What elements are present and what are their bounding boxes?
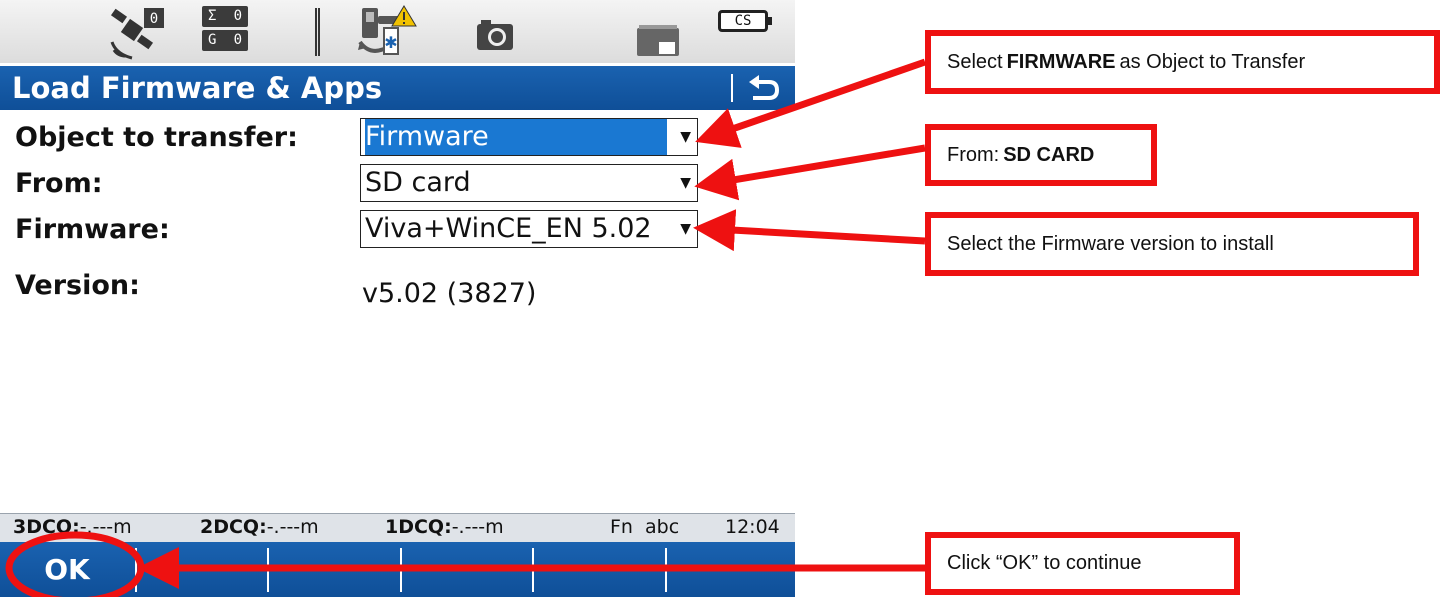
- sd-card-icon[interactable]: [635, 24, 681, 58]
- g-value: 0: [233, 32, 242, 48]
- status-bar: 0 Σ0 G0 ✱ CS: [0, 0, 795, 63]
- callout2-bold: SD CARD: [1003, 143, 1095, 166]
- firmware-select[interactable]: Viva+WinCE_EN 5.02 ▼: [360, 210, 698, 248]
- title-bar: Load Firmware & Apps: [0, 66, 795, 110]
- page-title: Load Firmware & Apps: [12, 71, 383, 105]
- q1-value: -.---m: [451, 516, 504, 538]
- callout1-pre: Select: [947, 50, 1003, 73]
- rover-bluetooth-warning-icon[interactable]: ✱: [356, 4, 418, 60]
- q3-value: -.---m: [79, 516, 132, 538]
- dropdown-arrow-icon: ▼: [680, 129, 691, 145]
- sigma-value: 0: [233, 8, 242, 24]
- back-arrow-icon[interactable]: [745, 74, 781, 104]
- softkey-3[interactable]: [269, 542, 399, 597]
- g-label: G: [208, 32, 217, 48]
- object-to-transfer-select[interactable]: Firmware ▼: [360, 118, 698, 156]
- object-to-transfer-label: Object to transfer:: [15, 122, 298, 153]
- callout-ok: Click “OK” to continue: [925, 532, 1240, 595]
- softkey-6[interactable]: [667, 542, 795, 597]
- status-divider: [315, 8, 317, 56]
- q2-value: -.---m: [266, 516, 319, 538]
- callout1-bold: FIRMWARE: [1006, 50, 1116, 73]
- version-value: v5.02 (3827): [362, 278, 537, 309]
- callout-from: From: SD CARD: [925, 124, 1157, 186]
- version-label: Version:: [15, 270, 140, 301]
- softkey-4[interactable]: [402, 542, 532, 597]
- firmware-value: Viva+WinCE_EN 5.02: [365, 213, 652, 244]
- q3-label: 3DCQ:: [13, 516, 80, 538]
- softkey-2[interactable]: [137, 542, 267, 597]
- ok-button[interactable]: OK: [0, 542, 134, 597]
- sat-count: 0: [150, 11, 158, 27]
- abc-indicator[interactable]: abc: [645, 514, 679, 541]
- callout3-text: Select the Firmware version to install: [947, 232, 1274, 255]
- object-to-transfer-value: Firmware: [365, 119, 667, 155]
- dropdown-arrow-icon: ▼: [680, 221, 691, 237]
- q1-label: 1DCQ:: [385, 516, 452, 538]
- q2-label: 2DCQ:: [200, 516, 267, 538]
- status-divider: [318, 8, 320, 56]
- svg-text:✱: ✱: [384, 33, 397, 52]
- callout1-post: as Object to Transfer: [1119, 50, 1306, 73]
- dropdown-arrow-icon: ▼: [680, 175, 691, 191]
- sigma-g-counter: Σ0 G0: [202, 6, 248, 52]
- quality-info-bar: 3DCQ:-.---m 2DCQ:-.---m 1DCQ:-.---m Fn a…: [0, 513, 795, 542]
- sigma-label: Σ: [208, 8, 217, 24]
- callout-object-to-transfer: Select FIRMWARE as Object to Transfer: [925, 30, 1440, 94]
- callout4-text: Click “OK” to continue: [947, 552, 1142, 574]
- title-divider: [731, 74, 733, 102]
- from-value: SD card: [365, 167, 471, 198]
- callout-firmware: Select the Firmware version to install: [925, 212, 1419, 276]
- device-screen: 0 Σ0 G0 ✱ CS Load Firmware & Apps Object…: [0, 0, 795, 597]
- clock: 12:04: [725, 516, 780, 538]
- camera-icon[interactable]: [475, 18, 515, 52]
- callout2-pre: From:: [947, 143, 1000, 166]
- from-select[interactable]: SD card ▼: [360, 164, 698, 202]
- satellite-icon[interactable]: 0: [108, 6, 166, 60]
- from-label: From:: [15, 168, 103, 199]
- fn-indicator[interactable]: Fn: [610, 514, 633, 541]
- softkey-bar: OK: [0, 542, 795, 597]
- cs-badge-icon[interactable]: CS: [718, 10, 772, 32]
- firmware-label: Firmware:: [15, 214, 170, 245]
- softkey-5[interactable]: [534, 542, 664, 597]
